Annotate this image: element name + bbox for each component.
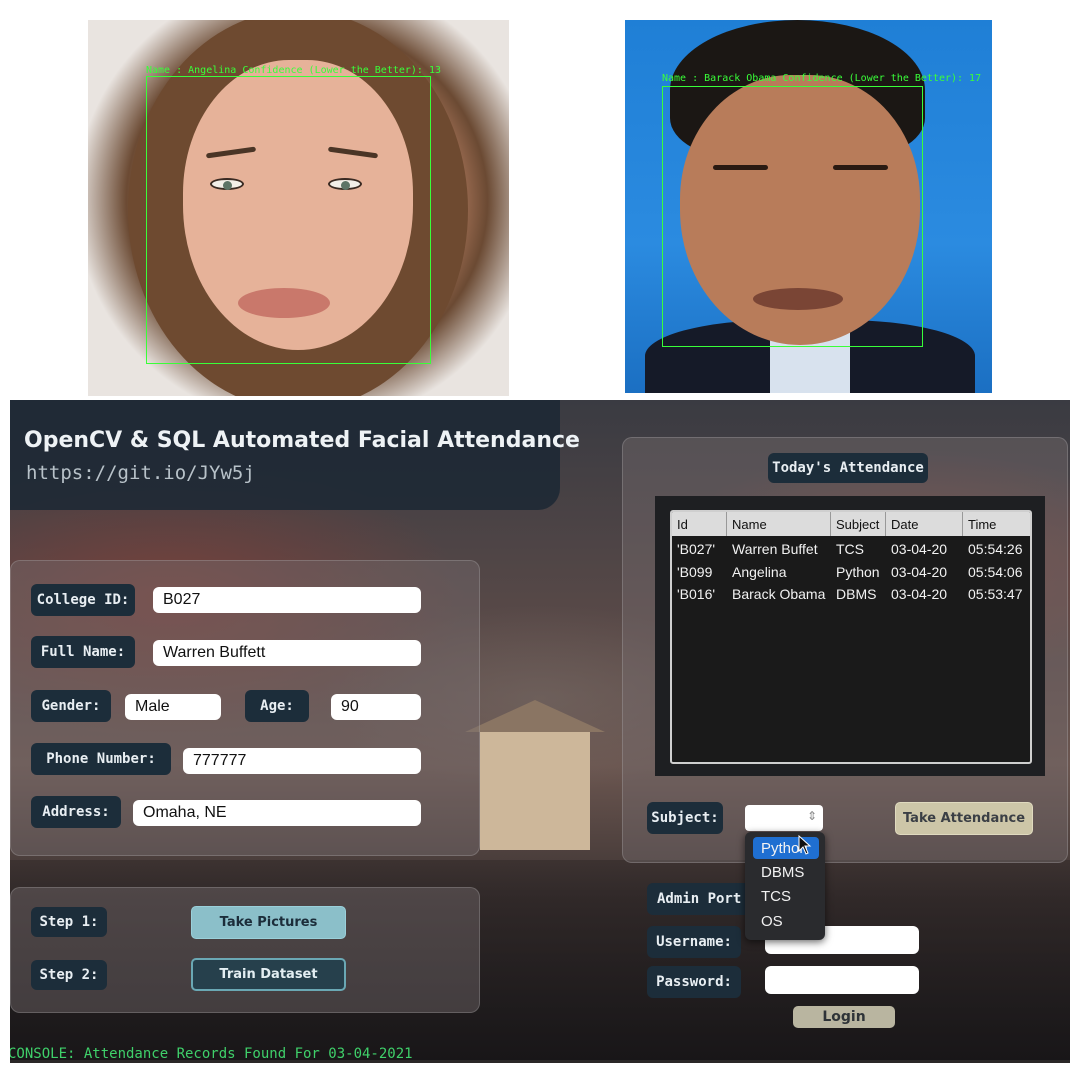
age-label: Age: — [245, 690, 309, 722]
column-header-id[interactable]: Id — [672, 512, 727, 536]
table-cell[interactable]: 'B027' — [672, 538, 727, 560]
table-cell[interactable]: Python — [831, 561, 886, 583]
face-detection-label: Name : Angelina Confidence (Lower the Be… — [146, 65, 442, 76]
repo-link[interactable]: https://git.io/JYw5j — [26, 462, 255, 484]
full-name-label: Full Name: — [31, 636, 135, 668]
face-detection-box — [662, 86, 923, 347]
college-id-label: College ID: — [31, 584, 135, 616]
table-cell[interactable]: Barack Obama — [727, 583, 831, 605]
table-header: Id Name Subject Date Time — [672, 512, 1030, 536]
admin-portal-title: Admin Port — [647, 883, 759, 915]
username-label: Username: — [647, 926, 741, 958]
table-cell[interactable]: 'B099 — [672, 561, 727, 583]
table-cell[interactable]: DBMS — [831, 583, 886, 605]
table-cell[interactable]: 03-04-20 — [886, 538, 963, 560]
subject-option-tcs[interactable]: TCS — [753, 885, 819, 907]
table-cell[interactable]: Warren Buffet — [727, 538, 831, 560]
todays-attendance-title: Today's Attendance — [768, 453, 928, 483]
column-header-time[interactable]: Time — [963, 512, 1030, 536]
column-header-subject[interactable]: Subject — [831, 512, 886, 536]
step1-label: Step 1: — [31, 907, 107, 937]
table-cell[interactable]: TCS — [831, 538, 886, 560]
screenshot-stage: Name : Angelina Confidence (Lower the Be… — [0, 0, 1080, 1080]
train-dataset-button[interactable]: Train Dataset — [191, 958, 346, 991]
face-detection-box — [146, 76, 431, 364]
column-header-date[interactable]: Date — [886, 512, 963, 536]
table-cell[interactable]: Angelina — [727, 561, 831, 583]
age-input[interactable]: 90 — [331, 694, 421, 720]
table-cell[interactable]: 03-04-20 — [886, 583, 963, 605]
subject-dropdown-menu: Python DBMS TCS OS — [745, 832, 825, 940]
select-chevron-icon: ⇕ — [806, 809, 817, 823]
subject-select[interactable]: ⇕ — [745, 805, 823, 831]
gender-input[interactable]: Male — [125, 694, 221, 720]
take-attendance-button[interactable]: Take Attendance — [895, 802, 1033, 835]
phone-number-label: Phone Number: — [31, 743, 171, 775]
table-cell[interactable]: 05:53:47 — [963, 583, 1030, 605]
mouse-cursor-icon — [798, 835, 812, 855]
password-label: Password: — [647, 966, 741, 998]
background-house — [465, 700, 605, 850]
phone-number-input[interactable]: 777777 — [183, 748, 421, 774]
password-input[interactable] — [765, 966, 919, 994]
full-name-input[interactable]: Warren Buffett — [153, 640, 421, 666]
table-cell[interactable]: 05:54:06 — [963, 561, 1030, 583]
table-cell[interactable]: 03-04-20 — [886, 561, 963, 583]
address-input[interactable]: Omaha, NE — [133, 800, 421, 826]
title-panel: OpenCV & SQL Automated Facial Attendance… — [10, 400, 580, 510]
step2-label: Step 2: — [31, 960, 107, 990]
face-photo-angelina: Name : Angelina Confidence (Lower the Be… — [88, 20, 509, 396]
gender-label: Gender: — [31, 690, 111, 722]
subject-label: Subject: — [647, 802, 723, 834]
face-photo-obama: Name : Barack Obama Confidence (Lower th… — [625, 20, 992, 393]
column-header-name[interactable]: Name — [727, 512, 831, 536]
college-id-input[interactable]: B027 — [153, 587, 421, 613]
take-pictures-button[interactable]: Take Pictures — [191, 906, 346, 939]
subject-option-dbms[interactable]: DBMS — [753, 861, 819, 883]
table-cell[interactable]: 05:54:26 — [963, 538, 1030, 560]
face-detection-label: Name : Barack Obama Confidence (Lower th… — [662, 73, 982, 84]
attendance-table[interactable]: Id Name Subject Date Time 'B027' Warren … — [670, 510, 1032, 764]
login-button[interactable]: Login — [793, 1006, 895, 1028]
app-title: OpenCV & SQL Automated Facial Attendance — [24, 428, 580, 453]
address-label: Address: — [31, 796, 121, 828]
subject-option-os[interactable]: OS — [753, 910, 819, 932]
attendance-app-window: OpenCV & SQL Automated Facial Attendance… — [10, 400, 1070, 1063]
table-cell[interactable]: 'B016' — [672, 583, 727, 605]
console-output: CONSOLE: Attendance Records Found For 03… — [10, 1046, 413, 1062]
